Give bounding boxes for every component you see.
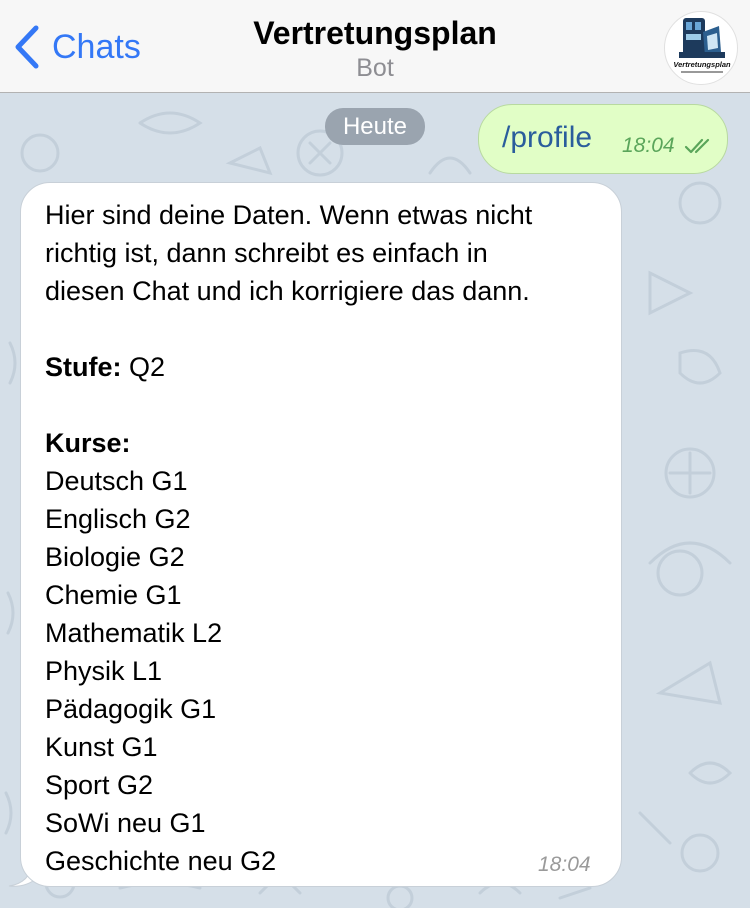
double-check-icon	[684, 138, 710, 154]
bot-avatar[interactable]: Vertretungsplan	[664, 11, 738, 85]
kurs-item: Sport G2	[45, 770, 154, 800]
chevron-left-icon	[15, 25, 39, 69]
kurs-item: Kunst G1	[45, 732, 158, 762]
outgoing-message-bubble[interactable]: /profile 18:04	[478, 104, 728, 174]
kurse-label: Kurse:	[45, 428, 131, 458]
kurs-item: Pädagogik G1	[45, 694, 217, 724]
navigation-bar: Chats Vertretungsplan Bot Vertretungspla…	[0, 0, 750, 93]
avatar-logo-icon: Vertretungsplan	[673, 18, 731, 73]
kurs-item: Physik L1	[45, 656, 163, 686]
incoming-message-time: 18:04	[538, 853, 591, 876]
stufe-value: Q2	[129, 352, 166, 382]
kurs-item: Englisch G2	[45, 504, 191, 534]
avatar-caption: Vertretungsplan	[673, 60, 731, 69]
kurs-item: Geschichte neu G2	[45, 846, 277, 876]
chat-title-area[interactable]: Vertretungsplan Bot	[175, 14, 575, 84]
back-label: Chats	[52, 27, 141, 66]
date-separator: Heute	[325, 108, 425, 145]
stufe-label: Stufe:	[45, 352, 122, 382]
kurs-item: Chemie G1	[45, 580, 182, 610]
intro-line: richtig ist, dann schreibt es einfach in	[45, 238, 488, 268]
stufe-line: Stufe: Q2	[45, 348, 615, 386]
chat-subtitle: Bot	[356, 54, 394, 82]
kurse-label-line: Kurse:	[45, 424, 615, 462]
incoming-message-text[interactable]: Hier sind deine Daten. Wenn etwas nicht …	[45, 196, 615, 880]
intro-line: Hier sind deine Daten. Wenn etwas nicht	[45, 200, 533, 230]
kurs-item: Mathematik L2	[45, 618, 223, 648]
outgoing-message-text[interactable]: /profile	[502, 121, 592, 155]
outgoing-message-time: 18:04	[622, 134, 675, 157]
kurs-item: Deutsch G1	[45, 466, 188, 496]
back-button[interactable]: Chats	[12, 24, 141, 70]
chat-title: Vertretungsplan	[253, 15, 497, 51]
intro-line: diesen Chat und ich korrigiere das dann.	[45, 276, 530, 306]
kurs-item: Biologie G2	[45, 542, 185, 572]
kurs-item: SoWi neu G1	[45, 808, 206, 838]
